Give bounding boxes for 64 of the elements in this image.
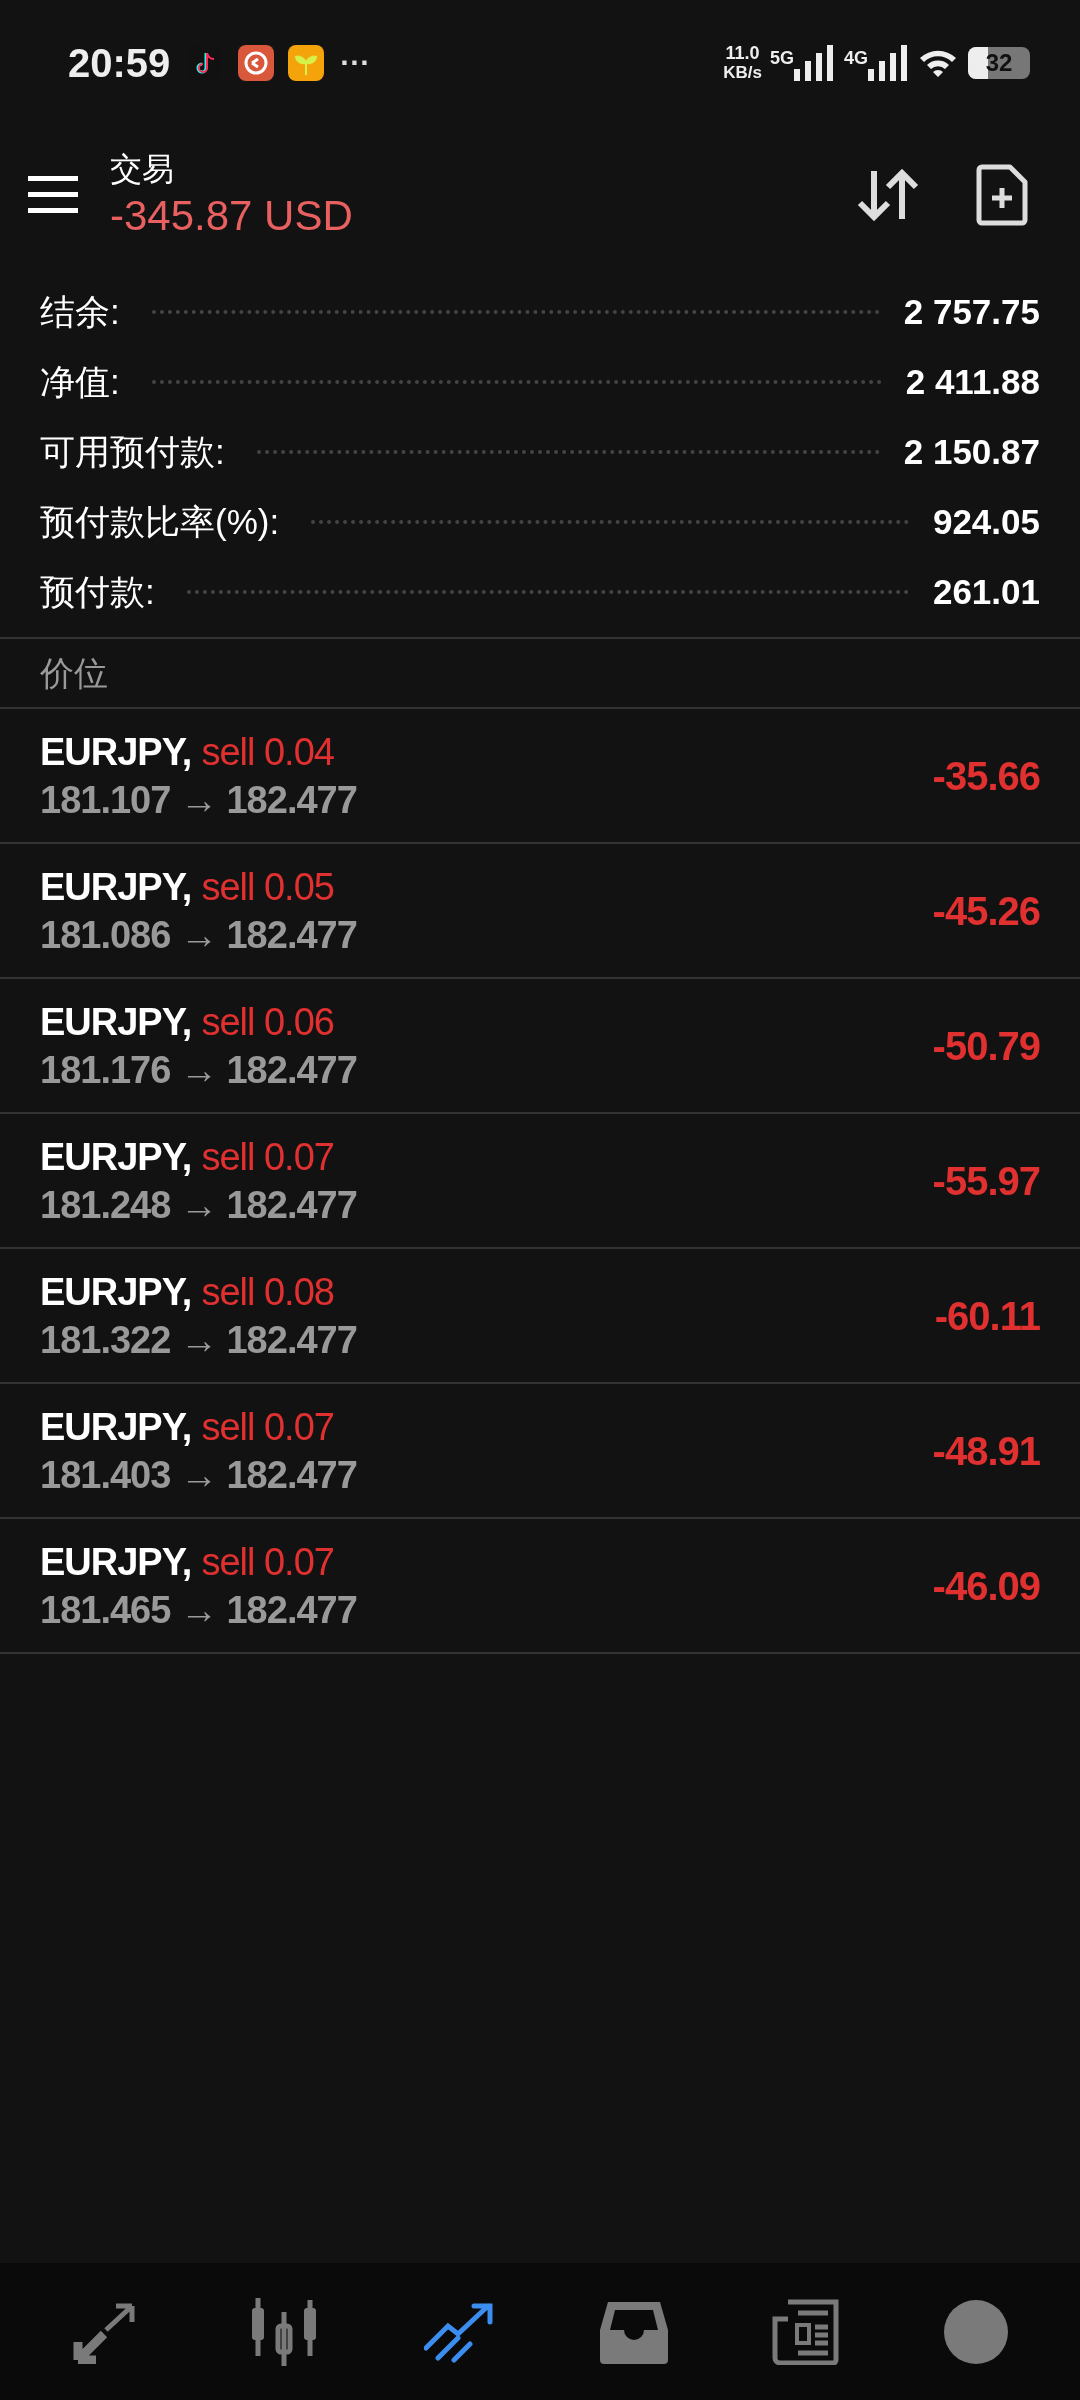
position-profit: -35.66 [932, 752, 1040, 800]
symbol: EURJPY, [40, 729, 192, 775]
order-type: sell 0.06 [201, 999, 334, 1045]
network-type: 5G [769, 46, 794, 70]
summary-label: 预付款: [40, 570, 155, 613]
price-range: 181.086 → 182.477 [40, 912, 357, 958]
summary-label: 预付款比率(%): [40, 500, 280, 543]
symbol: EURJPY, [40, 1539, 192, 1585]
order-type: sell 0.07 [201, 1539, 334, 1585]
menu-icon[interactable] [28, 176, 78, 214]
position-row[interactable]: EURJPY, sell 0.07 181.248 → 182.477 -55.97 [0, 1114, 1080, 1249]
inbox-icon[interactable] [600, 2299, 668, 2364]
status-time: 20:59 [68, 39, 171, 87]
summary-value: 924.05 [932, 500, 1040, 543]
summary-value: 2 757.75 [903, 290, 1040, 333]
network-speed: 11.0 [725, 42, 760, 63]
symbol: EURJPY, [40, 864, 192, 910]
summary-value: 261.01 [932, 570, 1040, 613]
summary-label: 净值: [40, 360, 120, 403]
position-row[interactable]: EURJPY, sell 0.04 181.107 → 182.477 -35.66 [0, 709, 1080, 844]
circle-icon[interactable] [944, 2299, 1008, 2364]
app-icon [238, 44, 275, 81]
position-profit: -55.97 [932, 1157, 1040, 1205]
price-range: 181.465 → 182.477 [40, 1587, 357, 1633]
position-row[interactable]: EURJPY, sell 0.05 181.086 → 182.477 -45.26 [0, 844, 1080, 979]
more-notifications: ··· [340, 45, 371, 81]
new-order-icon[interactable] [976, 164, 1028, 226]
position-row[interactable]: EURJPY, sell 0.06 181.176 → 182.477 -50.79 [0, 979, 1080, 1114]
symbol: EURJPY, [40, 999, 192, 1045]
position-row[interactable]: EURJPY, sell 0.08 181.322 → 182.477 -60.11 [0, 1249, 1080, 1384]
order-type: sell 0.07 [201, 1404, 334, 1450]
signal-icon [868, 44, 908, 81]
price-range: 181.248 → 182.477 [40, 1182, 357, 1228]
position-profit: -45.26 [932, 887, 1040, 935]
order-type: sell 0.05 [201, 864, 334, 910]
signal-icon [794, 44, 834, 81]
plant-app-icon [288, 44, 325, 81]
price-range: 181.403 → 182.477 [40, 1452, 357, 1498]
summary-value: 2 411.88 [905, 360, 1040, 403]
sort-icon[interactable] [856, 167, 920, 223]
symbol: EURJPY, [40, 1404, 192, 1450]
order-type: sell 0.04 [201, 729, 334, 775]
summary-value: 2 150.87 [903, 430, 1040, 473]
position-profit: -50.79 [932, 1022, 1040, 1070]
total-profit: -345.87 USD [110, 191, 353, 241]
order-type: sell 0.07 [201, 1134, 334, 1180]
position-profit: -46.09 [932, 1562, 1040, 1610]
newspaper-icon[interactable] [772, 2298, 840, 2365]
order-type: sell 0.08 [201, 1269, 334, 1315]
price-range: 181.176 → 182.477 [40, 1047, 357, 1093]
position-profit: -60.11 [934, 1292, 1040, 1340]
network-type: 4G [844, 46, 868, 70]
summary-label: 结余: [40, 290, 120, 333]
symbol: EURJPY, [40, 1269, 192, 1315]
position-row[interactable]: EURJPY, sell 0.07 181.403 → 182.477 -48.91 [0, 1384, 1080, 1519]
symbol: EURJPY, [40, 1134, 192, 1180]
summary-label: 可用预付款: [40, 430, 225, 473]
position-profit: -48.91 [932, 1427, 1040, 1475]
price-range: 181.322 → 182.477 [40, 1317, 357, 1363]
section-header: 价位 [40, 652, 108, 694]
position-row[interactable]: EURJPY, sell 0.07 181.465 → 182.477 -46.09 [0, 1519, 1080, 1654]
screen-title: 交易 [110, 150, 175, 189]
price-range: 181.107 → 182.477 [40, 777, 357, 823]
network-speed-unit: KB/s [723, 62, 762, 83]
